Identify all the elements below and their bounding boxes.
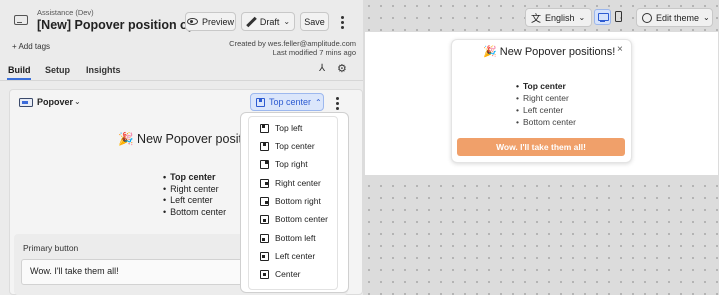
bullet-item: Top center (163, 172, 226, 184)
app-subtitle: Assistance (Dev) (37, 8, 94, 17)
bullet-item: Bottom center (163, 207, 226, 219)
position-dropdown[interactable]: Top center ⌃ (250, 93, 324, 111)
add-tags-button[interactable]: + Add tags (12, 42, 50, 51)
menu-item-top-center[interactable]: Top center (260, 139, 315, 153)
primary-button-label: Primary button (23, 243, 79, 253)
bullet-item: Left center (163, 195, 226, 207)
menu-item-right-center[interactable]: Right center (260, 176, 321, 190)
created-by-text: Created by wes.feller@amplitude.com (229, 39, 356, 48)
mobile-icon[interactable] (615, 11, 622, 22)
preview-label: Preview (201, 16, 234, 27)
position-top-left-icon (260, 123, 269, 133)
desktop-icon[interactable] (594, 9, 611, 25)
bullet-item: Left center (516, 104, 576, 116)
save-label: Save (304, 16, 325, 27)
menu-item-label: Top center (275, 141, 315, 151)
menu-item-left-center[interactable]: Left center (260, 249, 315, 263)
position-top-center-icon (256, 97, 265, 107)
bullet-item: Right center (516, 92, 576, 104)
position-bottom-center-icon (260, 214, 269, 224)
experience-icon (14, 15, 28, 25)
menu-item-label: Center (275, 269, 301, 279)
more-options-icon[interactable] (341, 16, 344, 29)
theme-label: Edit theme (656, 12, 700, 23)
popover-icon (19, 98, 33, 107)
menu-item-bottom-left[interactable]: Bottom left (260, 231, 316, 245)
close-icon[interactable]: × (617, 44, 623, 55)
position-right-center-icon (260, 178, 269, 188)
save-button[interactable]: Save (300, 12, 329, 31)
status-label: Draft (259, 16, 280, 27)
tab-build[interactable]: Build (8, 65, 31, 75)
menu-item-center[interactable]: Center (260, 267, 301, 281)
bullet-item: Top center (516, 80, 576, 92)
primary-cta-button[interactable]: Wow. I'll take them all! (457, 138, 625, 156)
primary-button-value[interactable]: Wow. I'll take them all! (30, 266, 119, 276)
more-options-icon[interactable] (336, 97, 339, 110)
bullet-item: Bottom center (516, 116, 576, 128)
position-selected-label: Top center (269, 97, 312, 107)
tab-setup[interactable]: Setup (45, 65, 70, 75)
content-bullets[interactable]: Top center Right center Left center Bott… (163, 172, 226, 218)
menu-item-top-right[interactable]: Top right (260, 157, 308, 171)
position-bottom-left-icon (260, 233, 269, 243)
chevron-down-icon: ⌄ (283, 17, 291, 26)
position-center-icon (260, 269, 269, 279)
menu-item-label: Bottom center (275, 214, 328, 224)
status-dropdown[interactable]: Draft ⌄ (241, 12, 295, 31)
menu-item-label: Bottom right (275, 196, 321, 206)
language-icon[interactable]: ⅄ (319, 63, 325, 74)
menu-item-bottom-center[interactable]: Bottom center (260, 212, 328, 226)
language-dropdown[interactable]: 文 English ⌄ (525, 8, 592, 27)
edit-theme-dropdown[interactable]: Edit theme ⌄ (636, 8, 713, 27)
bullet-item: Right center (163, 184, 226, 196)
chevron-up-icon: ⌃ (315, 97, 322, 107)
menu-item-label: Top left (275, 123, 303, 133)
settings-gear-icon[interactable]: ⚙ (337, 62, 347, 75)
popover-title: 🎉 New Popover positions! (483, 46, 616, 58)
position-bottom-right-icon (260, 196, 269, 206)
chevron-down-icon: ⌄ (703, 13, 710, 22)
last-modified-text: Last modified 7 mins ago (272, 48, 356, 57)
menu-item-label: Right center (275, 178, 321, 188)
popover-bullets: Top center Right center Left center Bott… (516, 80, 576, 128)
position-left-center-icon (260, 251, 269, 261)
pencil-icon (246, 17, 256, 27)
translate-icon: 文 (531, 14, 541, 25)
menu-item-label: Bottom left (275, 233, 316, 243)
page-title[interactable]: [New] Popover position opt... (37, 18, 210, 32)
tabs-divider (0, 80, 363, 81)
chevron-down-icon[interactable]: ⌄ (74, 97, 81, 106)
language-label: English (545, 12, 575, 23)
palette-icon (642, 12, 652, 23)
position-top-center-icon (260, 141, 269, 151)
menu-item-top-left[interactable]: Top left (260, 121, 302, 135)
menu-item-label: Left center (275, 251, 316, 261)
eye-icon (186, 18, 198, 25)
position-top-right-icon (260, 159, 269, 169)
menu-item-label: Top right (275, 159, 308, 169)
chevron-down-icon: ⌄ (578, 13, 586, 22)
preview-button[interactable]: Preview (185, 12, 236, 31)
tab-insights[interactable]: Insights (86, 65, 121, 75)
component-type-label[interactable]: Popover (37, 97, 73, 107)
menu-item-bottom-right[interactable]: Bottom right (260, 194, 321, 208)
